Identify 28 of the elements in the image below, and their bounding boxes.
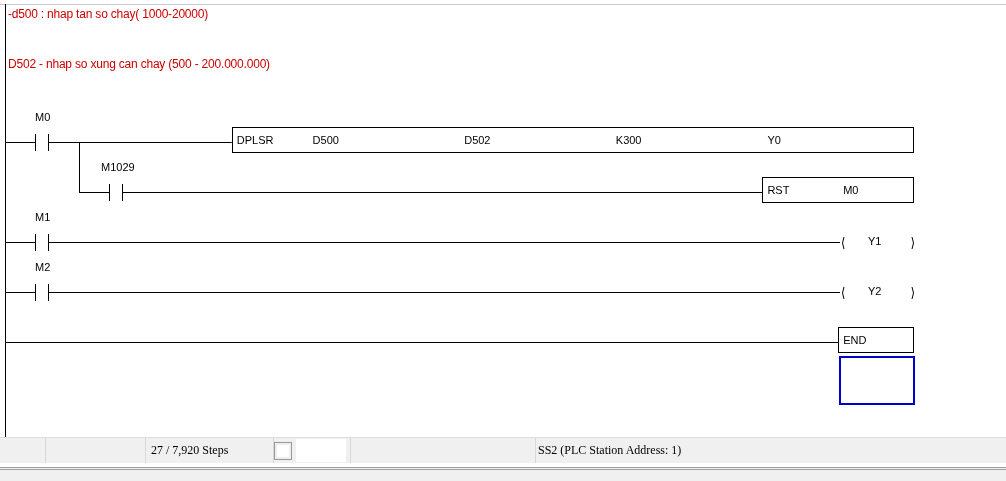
instruction-box[interactable]: RST M0 bbox=[762, 177, 914, 203]
operand-text: DPLSR bbox=[236, 134, 274, 146]
cursor-box[interactable] bbox=[839, 356, 915, 405]
operand-text: Y0 bbox=[767, 134, 781, 146]
contact-label: M0 bbox=[35, 111, 51, 123]
instruction-box[interactable]: DPLSR D500 D502 K300 Y0 bbox=[231, 127, 914, 153]
steps-text: 27 / 7,920 Steps bbox=[151, 443, 229, 458]
coil-bracket-icon bbox=[842, 286, 845, 300]
coil-label: Y1 bbox=[868, 235, 882, 247]
coil-bracket-icon bbox=[842, 236, 845, 250]
contact-label: M1 bbox=[35, 211, 51, 223]
status-indicator-icon bbox=[274, 441, 292, 460]
contact-label: M2 bbox=[35, 261, 51, 273]
comment-text: -d500 : nhap tan so chay( 1000-20000) bbox=[8, 7, 209, 21]
operand-text: M0 bbox=[843, 184, 859, 196]
operand-text: K300 bbox=[615, 134, 642, 146]
operand-text: D502 bbox=[464, 134, 491, 146]
comment-text: D502 - nhap so xung can chay (500 - 200.000.000) bbox=[8, 57, 270, 71]
operand-text: RST bbox=[767, 184, 790, 196]
operand-text: END bbox=[843, 334, 867, 346]
coil-bracket-icon bbox=[911, 236, 914, 250]
coil-label: Y2 bbox=[868, 285, 882, 297]
status-field bbox=[296, 439, 346, 462]
station-text: SS2 (PLC Station Address: 1) bbox=[538, 443, 682, 458]
contact-label: M1029 bbox=[101, 161, 135, 173]
operand-text: D500 bbox=[312, 134, 339, 146]
coil-bracket-icon bbox=[911, 286, 914, 300]
instruction-box[interactable]: END bbox=[838, 327, 914, 353]
